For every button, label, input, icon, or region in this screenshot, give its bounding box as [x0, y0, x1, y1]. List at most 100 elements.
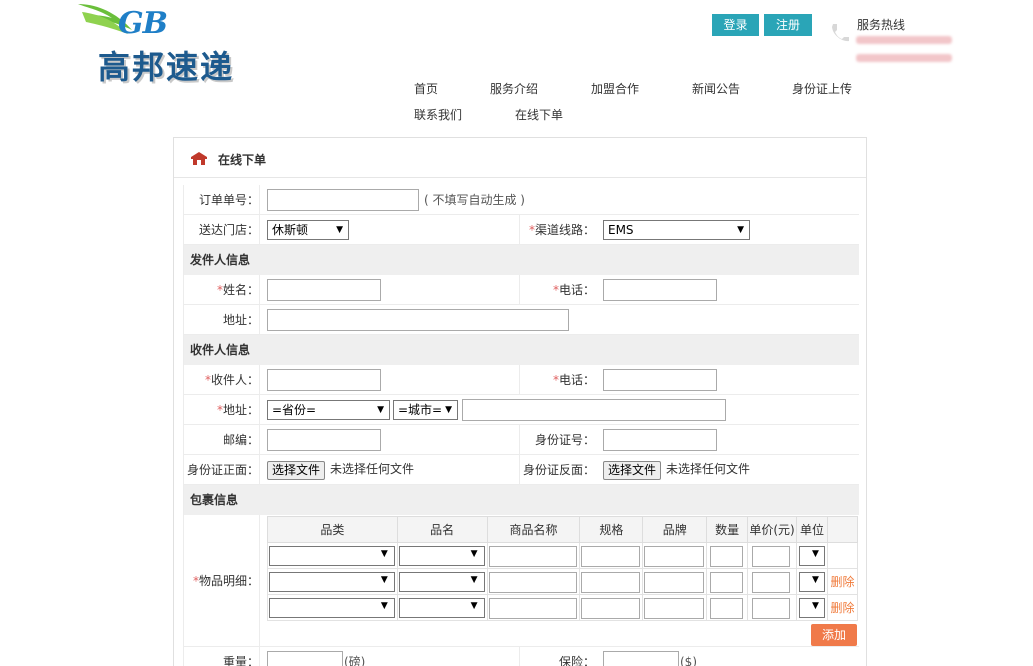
order-no-label: 订单单号：	[198, 193, 259, 207]
nav-service[interactable]: 服务介绍	[490, 80, 538, 97]
col-brand: 品牌	[642, 516, 708, 543]
id-no-label: 身份证号：	[534, 433, 595, 447]
item-name-select[interactable]: ▼	[398, 598, 485, 618]
login-button[interactable]: 登录	[712, 14, 759, 36]
zip-label: 邮编：	[222, 433, 259, 447]
divider	[519, 275, 520, 305]
divider	[259, 185, 260, 245]
add-item-button[interactable]: 添加	[811, 624, 857, 646]
store-label: 送达门店：	[198, 223, 259, 237]
product-name-input[interactable]	[488, 546, 578, 567]
row-zip: 邮编： 身份证号：	[183, 425, 859, 455]
nav-franchise[interactable]: 加盟合作	[591, 80, 639, 97]
quantity-input[interactable]	[710, 546, 744, 567]
nav-news[interactable]: 新闻公告	[692, 80, 740, 97]
receiver-name-label: *收件人：	[183, 365, 259, 395]
row-sender-name: *姓名： *电话：	[183, 275, 859, 305]
sender-phone-input[interactable]	[603, 279, 717, 301]
dropdown-arrow-icon: ▼	[380, 549, 388, 559]
id-front-file-button[interactable]: 选择文件	[267, 461, 326, 480]
category-select[interactable]: ▼	[269, 572, 395, 592]
product-name-input[interactable]	[488, 598, 578, 619]
hotline-label: 服务热线	[857, 18, 906, 32]
insurance-unit: ($)	[680, 655, 697, 666]
brand-input[interactable]	[644, 598, 705, 619]
col-item-name: 品名	[396, 516, 488, 543]
nav-contact[interactable]: 联系我们	[414, 106, 462, 123]
unit-select[interactable]: ▼	[799, 598, 825, 618]
dropdown-arrow-icon: ▼	[812, 575, 819, 585]
receiver-addr-input[interactable]	[462, 399, 726, 421]
sender-name-input[interactable]	[267, 279, 381, 301]
province-select[interactable]: =省份= ▼	[267, 400, 390, 420]
category-select[interactable]: ▼	[269, 546, 395, 566]
quantity-input[interactable]	[710, 572, 744, 593]
hotline-number-1	[856, 36, 952, 44]
dropdown-arrow-icon: ▼	[445, 405, 452, 415]
brand-input[interactable]	[644, 546, 705, 567]
col-action	[826, 516, 859, 543]
category-select[interactable]: ▼	[269, 598, 395, 618]
item-name-select[interactable]: ▼	[398, 572, 485, 592]
row-receiver-addr: *地址： =省份= ▼ =城市= ▼	[183, 395, 859, 425]
channel-select[interactable]: EMS ▼	[603, 220, 750, 240]
unit-select[interactable]: ▼	[799, 572, 825, 592]
id-back-file-button[interactable]: 选择文件	[603, 461, 662, 480]
table-row: ▼ ▼ ▼ 删除	[267, 568, 859, 595]
channel-select-value: EMS	[608, 223, 634, 237]
weight-input[interactable]	[267, 651, 343, 666]
dropdown-arrow-icon: ▼	[737, 225, 744, 235]
register-button[interactable]: 注册	[764, 14, 812, 36]
spec-input[interactable]	[581, 572, 641, 593]
dropdown-arrow-icon: ▼	[380, 601, 388, 611]
nav-id-upload[interactable]: 身份证上传	[792, 80, 852, 97]
order-no-input[interactable]	[267, 189, 419, 211]
brand-input[interactable]	[644, 572, 705, 593]
items-label-text: 物品明细：	[198, 574, 259, 588]
zip-input[interactable]	[267, 429, 381, 451]
col-category: 品类	[267, 516, 398, 543]
dropdown-arrow-icon: ▼	[812, 549, 819, 559]
col-spec: 规格	[579, 516, 644, 543]
logo: GB 高邦速递	[76, 0, 276, 86]
receiver-phone-label: *电话：	[519, 365, 595, 395]
divider	[519, 647, 520, 666]
item-name-select[interactable]: ▼	[398, 546, 485, 566]
receiver-name-label-text: 收件人：	[210, 373, 259, 387]
sender-section-title: 发件人信息	[183, 245, 859, 275]
unit-price-input[interactable]	[752, 572, 791, 593]
id-back-file-status: 未选择任何文件	[666, 462, 751, 476]
row-sender-addr: 地址：	[183, 305, 859, 335]
delete-row-button[interactable]: 删除	[826, 568, 859, 595]
delete-row-button[interactable]: 删除	[826, 594, 859, 621]
divider	[519, 425, 520, 485]
nav-online-order[interactable]: 在线下单	[515, 106, 563, 123]
insurance-input[interactable]	[603, 651, 679, 666]
spec-input[interactable]	[581, 598, 641, 619]
panel-title: 在线下单	[218, 153, 267, 167]
spec-input[interactable]	[581, 546, 641, 567]
divider	[519, 365, 520, 395]
dropdown-arrow-icon: ▼	[470, 601, 478, 611]
id-back-label: 身份证反面：	[522, 463, 595, 477]
sender-phone-label-text: 电话：	[558, 283, 595, 297]
quantity-input[interactable]	[710, 598, 744, 619]
product-name-input[interactable]	[488, 572, 578, 593]
dropdown-arrow-icon: ▼	[380, 575, 388, 585]
row-order-no: 订单单号： ( 不填写自动生成 )	[183, 185, 859, 215]
unit-price-input[interactable]	[752, 598, 791, 619]
city-select[interactable]: =城市= ▼	[393, 400, 458, 420]
weight-label: 重量：	[222, 655, 259, 666]
table-row: ▼ ▼ ▼	[267, 542, 859, 569]
store-select[interactable]: 休斯顿 ▼	[267, 220, 349, 240]
col-unit-price: 单价(元)	[747, 516, 798, 543]
insurance-label: 保险：	[558, 655, 595, 666]
unit-select[interactable]: ▼	[799, 546, 825, 566]
unit-price-input[interactable]	[752, 546, 791, 567]
receiver-phone-input[interactable]	[603, 369, 717, 391]
nav-home[interactable]: 首页	[414, 80, 438, 97]
receiver-name-input[interactable]	[267, 369, 381, 391]
divider	[183, 185, 184, 666]
id-no-input[interactable]	[603, 429, 717, 451]
sender-addr-input[interactable]	[267, 309, 569, 331]
